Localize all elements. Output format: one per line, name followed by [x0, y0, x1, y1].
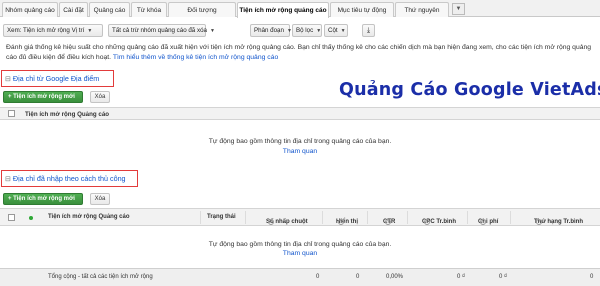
chevron-down-icon: ▼	[455, 6, 462, 12]
more-tabs-button[interactable]: ▼	[452, 3, 465, 15]
section2-table-header: Tiện ích mở rộng Quảng cáo Trạng thái Số…	[0, 208, 600, 226]
column-divider	[407, 211, 408, 224]
status-filter-label: Tất cả trừ nhóm quảng cáo đã xóa	[112, 27, 207, 34]
totals-row: Tổng cộng - tất cả các tiện ích mở rộng …	[0, 268, 600, 286]
filter-label: Bộ lọc	[296, 27, 314, 34]
add-extension-button[interactable]: + Tiện ích mở rộng mới	[3, 91, 83, 103]
column-divider	[245, 211, 246, 224]
col-ad-extension[interactable]: Tiện ích mở rộng Quảng cáo	[25, 111, 109, 118]
col-ad-extension[interactable]: Tiện ích mở rộng Quảng cáo	[48, 214, 130, 220]
delete-button[interactable]: Xóa	[90, 91, 110, 103]
section1-table-header: Tiện ích mở rộng Quảng cáo	[0, 107, 600, 120]
column-divider	[200, 211, 201, 224]
tab-dimensions[interactable]: Thứ nguyên	[395, 2, 449, 17]
segment-dropdown[interactable]: Phân đoạn ▼	[250, 24, 292, 37]
help-icon[interactable]: ?	[338, 219, 344, 225]
chevron-down-icon: ▼	[87, 27, 93, 34]
section2-tour-link[interactable]: Tham quan	[0, 250, 600, 257]
help-icon[interactable]: ?	[385, 219, 391, 225]
column-divider	[322, 211, 323, 224]
help-icon[interactable]: ?	[536, 219, 542, 225]
select-all-checkbox[interactable]	[8, 110, 15, 117]
download-icon: ⤓	[366, 26, 371, 34]
section-manual-address-label: Địa chỉ đã nhập theo cách thủ công	[12, 174, 126, 183]
totals-cost: 0 ₫	[499, 274, 508, 280]
segment-label: Phân đoạn	[254, 27, 284, 34]
chevron-down-icon: ▼	[209, 27, 215, 34]
description-text: Đánh giá thống kê hiệu suất cho những qu…	[6, 44, 592, 61]
totals-label: Tổng cộng - tất cả các tiện ích mở rộng	[48, 274, 153, 280]
stats-description: Đánh giá thống kê hiệu suất cho những qu…	[6, 43, 596, 62]
filter-dropdown[interactable]: Bộ lọc ▼	[292, 24, 322, 37]
columns-dropdown[interactable]: Cột ▼	[324, 24, 348, 37]
tab-ad-groups[interactable]: Nhóm quảng cáo	[2, 2, 58, 17]
section-google-places-label: Địa chỉ từ Google Địa điểm	[12, 74, 100, 83]
tab-keywords[interactable]: Từ khóa	[131, 2, 167, 17]
help-icon[interactable]: ?	[480, 219, 486, 225]
collapse-icon: ⊟	[5, 175, 11, 183]
delete-button[interactable]: Xóa	[90, 193, 110, 205]
select-all-checkbox[interactable]	[8, 214, 15, 221]
collapse-icon: ⊟	[5, 75, 11, 83]
learn-more-link[interactable]: Tìm hiểu thêm về thống kê tiện ích mở rộ…	[113, 54, 278, 61]
totals-impressions: 0	[356, 274, 360, 280]
column-divider	[467, 211, 468, 224]
tab-settings[interactable]: Cài đặt	[59, 2, 88, 17]
status-dot-icon	[29, 216, 33, 220]
tab-bar: Nhóm quảng cáo Cài đặt Quảng cáo Từ khóa…	[0, 0, 600, 18]
totals-avg-cpc: 0 ₫	[457, 274, 466, 280]
chevron-down-icon: ▼	[316, 27, 322, 34]
section-google-places-title[interactable]: ⊟ Địa chỉ từ Google Địa điểm	[1, 70, 114, 87]
section1-empty-message: Tự động bao gồm thông tin địa chỉ trong …	[208, 138, 392, 145]
totals-ctr: 0,00%	[386, 274, 404, 280]
tab-ad-extensions[interactable]: Tiện ích mở rộng quảng cáo	[237, 2, 329, 18]
totals-clicks: 0	[316, 274, 320, 280]
download-button[interactable]: ⤓	[362, 24, 375, 37]
tab-audiences[interactable]: Đối tượng	[168, 2, 236, 17]
help-icon[interactable]: ?	[424, 219, 430, 225]
view-label: Xem: Tiện ích mở rộng Vị trí	[7, 27, 85, 34]
chevron-down-icon: ▼	[340, 27, 346, 34]
totals-avg-position: 0	[590, 274, 594, 280]
status-filter-dropdown[interactable]: Tất cả trừ nhóm quảng cáo đã xóa ▼	[108, 24, 215, 37]
columns-label: Cột	[328, 27, 338, 34]
add-extension-button[interactable]: + Tiện ích mở rộng mới	[3, 193, 83, 205]
tab-ads[interactable]: Quảng cáo	[89, 2, 130, 17]
column-divider	[367, 211, 368, 224]
vietads-watermark: Quảng Cáo Google VietAds	[339, 80, 600, 100]
section1-tour-link[interactable]: Tham quan	[0, 148, 600, 155]
tab-auto-targets[interactable]: Mục tiêu tự động	[330, 2, 394, 17]
help-icon[interactable]: ?	[268, 219, 274, 225]
column-divider	[510, 211, 511, 224]
view-dropdown[interactable]: Xem: Tiện ích mở rộng Vị trí ▼	[3, 24, 103, 37]
section-manual-address-title[interactable]: ⊟ Địa chỉ đã nhập theo cách thủ công	[1, 170, 138, 187]
col-status[interactable]: Trạng thái	[207, 214, 236, 220]
section2-empty-message: Tự động bao gồm thông tin địa chỉ trong …	[208, 241, 392, 248]
